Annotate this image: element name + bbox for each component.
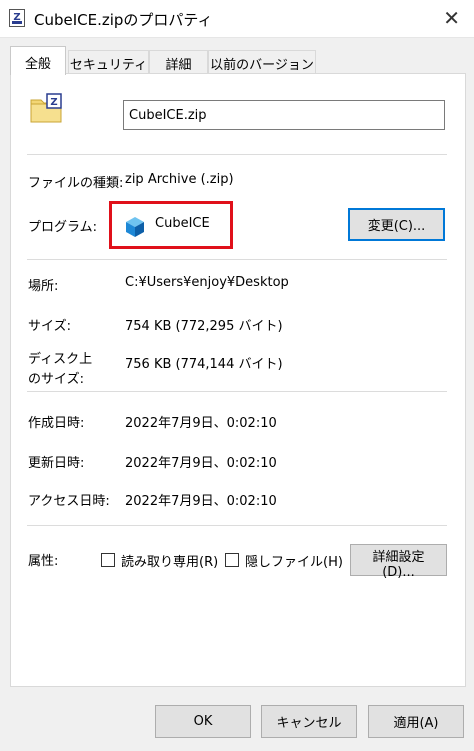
program-label: プログラム: — [28, 220, 97, 235]
accessed-value: 2022年7月9日、0:02:10 — [125, 494, 277, 509]
tab-details[interactable]: 詳細 — [149, 50, 208, 74]
cancel-button[interactable]: キャンセル — [261, 705, 357, 738]
tab-previous-versions[interactable]: 以前のバージョン — [208, 50, 316, 74]
cubeice-icon — [126, 217, 144, 237]
file-type-label: ファイルの種類: — [28, 176, 124, 191]
close-icon[interactable]: ✕ — [443, 6, 460, 30]
size-label: サイズ: — [28, 319, 71, 334]
file-name-field[interactable] — [123, 100, 445, 130]
modified-value: 2022年7月9日、0:02:10 — [125, 456, 277, 471]
tab-security[interactable]: セキュリティ — [68, 50, 149, 74]
created-value: 2022年7月9日、0:02:10 — [125, 416, 277, 431]
modified-label: 更新日時: — [28, 456, 85, 471]
divider — [27, 391, 447, 392]
change-program-button[interactable]: 変更(C)... — [348, 208, 445, 241]
general-panel: Z ファイルの種類: zip Archive (.zip) プログラム: Cub… — [10, 73, 466, 687]
divider — [27, 154, 447, 155]
location-value: C:¥Users¥enjoy¥Desktop — [125, 275, 289, 290]
location-label: 場所: — [28, 279, 59, 294]
tab-general[interactable]: 全般 — [10, 46, 66, 75]
hidden-checkbox[interactable] — [225, 553, 239, 567]
disk-size-value: 756 KB (774,144 バイト) — [125, 357, 283, 372]
attributes-label: 属性: — [28, 554, 59, 569]
created-label: 作成日時: — [28, 416, 85, 431]
size-value: 754 KB (772,295 バイト) — [125, 319, 283, 334]
file-type-value: zip Archive (.zip) — [125, 172, 234, 187]
window-title: CubeICE.zipのプロパティ — [34, 11, 213, 29]
divider — [27, 525, 447, 526]
readonly-label[interactable]: 読み取り専用(R) — [121, 551, 218, 570]
readonly-checkbox[interactable] — [101, 553, 115, 567]
hidden-label[interactable]: 隠しファイル(H) — [245, 551, 343, 570]
divider — [27, 259, 447, 260]
ok-button[interactable]: OK — [155, 705, 251, 738]
zip-folder-icon: Z — [30, 93, 62, 123]
accessed-label: アクセス日時: — [28, 494, 110, 509]
disk-size-label-line1: ディスク上 — [28, 352, 93, 367]
disk-size-label-line2: のサイズ: — [28, 372, 84, 387]
zip-file-icon: Z — [9, 9, 25, 27]
apply-button[interactable]: 適用(A) — [368, 705, 464, 738]
svg-text:Z: Z — [50, 97, 57, 108]
program-value: CubeICE — [155, 216, 210, 231]
title-bar: Z CubeICE.zipのプロパティ ✕ — [0, 0, 474, 38]
advanced-settings-button[interactable]: 詳細設定(D)... — [350, 544, 447, 580]
